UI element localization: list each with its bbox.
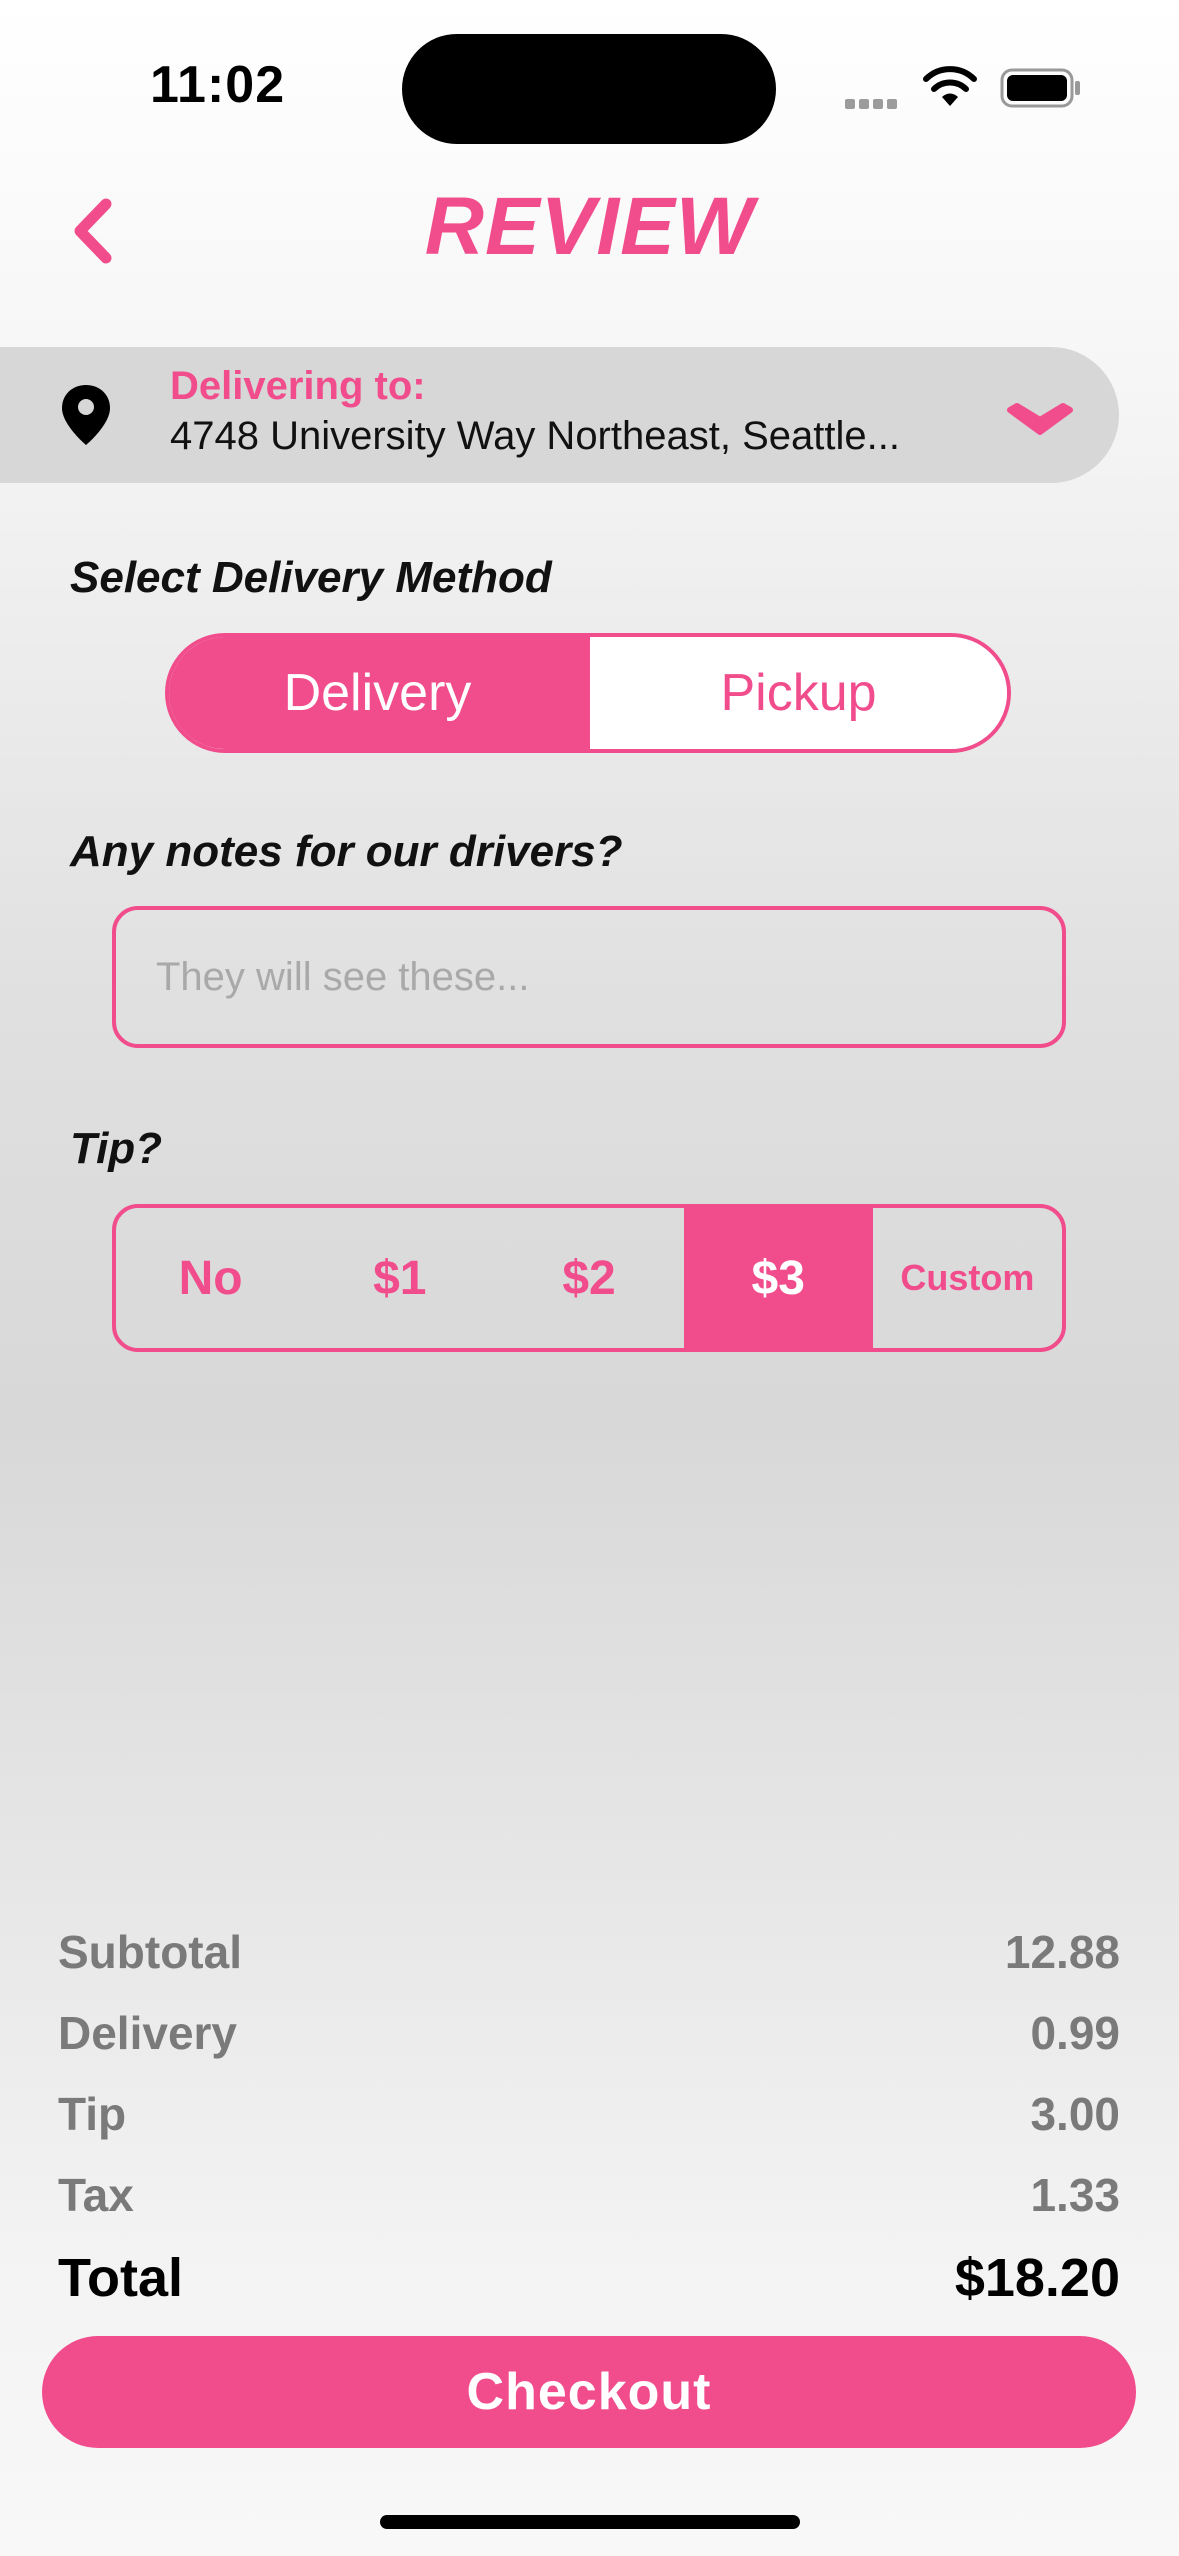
tip-value: 3.00 [1030, 2088, 1120, 2140]
tax-label: Tax [58, 2169, 134, 2221]
checkout-button[interactable]: Checkout [42, 2336, 1136, 2448]
total-row: Total $18.20 [58, 2247, 1120, 2309]
tip-option-custom[interactable]: Custom [873, 1208, 1062, 1348]
page-title: REVIEW [424, 181, 755, 272]
subtotal-value: 12.88 [1004, 1926, 1120, 1978]
cellular-signal-icon [845, 96, 905, 109]
delivery-fee-row: Delivery 0.99 [58, 2006, 1120, 2060]
total-label: Total [58, 2248, 183, 2308]
delivery-method-selector: Delivery Pickup [165, 633, 1011, 753]
total-value: $18.20 [954, 2248, 1120, 2308]
tip-selector: No $1 $2 $3 Custom [112, 1204, 1066, 1352]
tax-value: 1.33 [1030, 2169, 1120, 2221]
tip-row: Tip 3.00 [58, 2087, 1120, 2141]
status-time: 11:02 [150, 56, 286, 114]
subtotal-label: Subtotal [58, 1926, 242, 1978]
wifi-icon [922, 66, 978, 113]
tip-option-3[interactable]: $3 [683, 1208, 873, 1348]
battery-icon [1000, 68, 1082, 113]
delivery-fee-label: Delivery [58, 2007, 238, 2059]
delivery-option[interactable]: Delivery [169, 637, 586, 749]
driver-notes-input[interactable] [112, 906, 1066, 1048]
chevron-down-icon[interactable] [1005, 402, 1075, 447]
delivery-fee-value: 0.99 [1030, 2007, 1120, 2059]
tip-heading: Tip? [70, 1124, 163, 1173]
tax-row: Tax 1.33 [58, 2168, 1120, 2222]
notes-heading: Any notes for our drivers? [70, 827, 623, 876]
home-indicator [380, 2515, 800, 2529]
subtotal-row: Subtotal 12.88 [58, 1925, 1120, 1979]
tip-option-2[interactable]: $2 [494, 1208, 683, 1348]
dynamic-island [402, 34, 776, 144]
tip-option-1[interactable]: $1 [305, 1208, 494, 1348]
address-value: 4748 University Way Northeast, Seattle..… [170, 414, 900, 458]
tip-label: Tip [58, 2088, 127, 2140]
address-label: Delivering to: [170, 364, 426, 408]
delivery-method-heading: Select Delivery Method [70, 553, 552, 602]
tip-option-no[interactable]: No [116, 1208, 305, 1348]
location-pin-icon [58, 383, 114, 452]
pickup-option[interactable]: Pickup [586, 637, 1007, 749]
